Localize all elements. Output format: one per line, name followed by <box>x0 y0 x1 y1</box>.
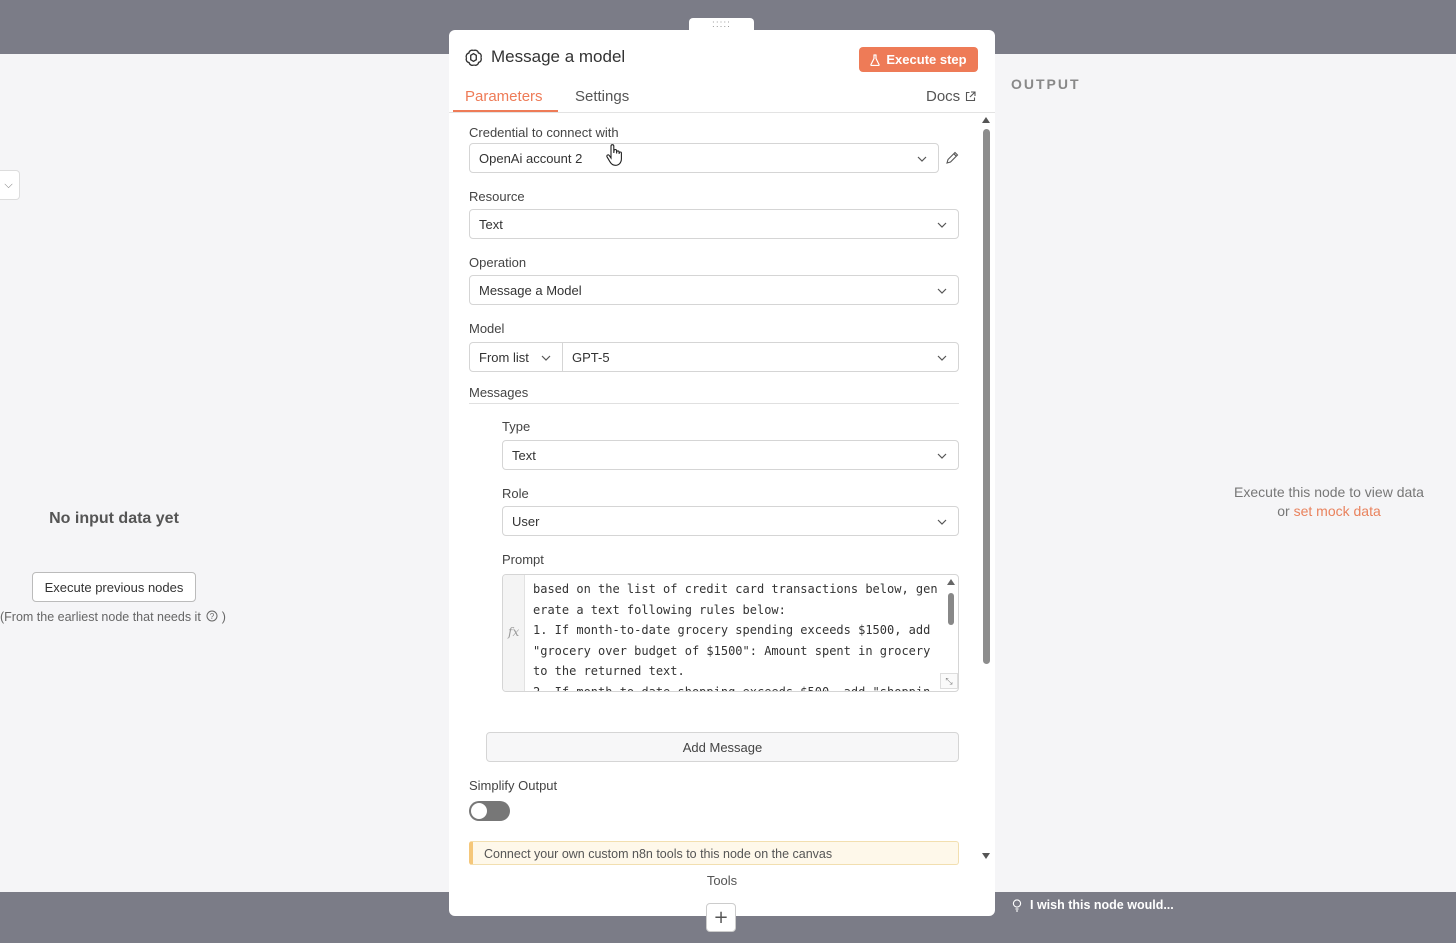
docs-label: Docs <box>926 88 961 105</box>
chevron-down-icon <box>937 288 947 294</box>
messages-divider <box>469 403 959 404</box>
chevron-down-icon <box>937 222 947 228</box>
chevron-down-icon <box>937 519 947 525</box>
operation-value: Message a Model <box>479 282 582 298</box>
messages-label: Messages <box>469 385 529 400</box>
panel-header: Message a model Execute step Parameters … <box>449 30 995 113</box>
execute-previous-nodes-button[interactable]: Execute previous nodes <box>32 572 196 602</box>
scroll-down-arrow-icon[interactable] <box>982 853 990 859</box>
prompt-label: Prompt <box>502 552 544 567</box>
output-hint: Execute this node to view data or set mo… <box>1210 483 1448 521</box>
type-value: Text <box>512 447 536 463</box>
help-circle-icon[interactable]: ? <box>206 610 218 622</box>
operation-select[interactable]: Message a Model <box>469 275 959 305</box>
panel-title: Message a model <box>491 47 626 66</box>
model-mode-value: From list <box>479 349 529 365</box>
add-tool-button[interactable]: + <box>706 903 736 932</box>
tab-settings[interactable]: Settings <box>575 88 629 105</box>
tab-active-underline <box>453 110 558 112</box>
docs-link[interactable]: Docs <box>926 88 976 105</box>
chevron-down-icon <box>541 355 551 361</box>
external-link-icon <box>966 91 976 102</box>
model-select[interactable]: GPT-5 <box>562 342 959 372</box>
credential-select[interactable]: OpenAi account 2 <box>469 143 939 173</box>
resource-label: Resource <box>469 189 525 204</box>
node-panel: Message a model Execute step Parameters … <box>449 30 995 916</box>
simplify-output-label: Simplify Output <box>469 778 558 793</box>
lightbulb-icon <box>1012 898 1022 912</box>
resource-select[interactable]: Text <box>469 209 959 239</box>
model-value: GPT-5 <box>572 349 610 365</box>
feedback-wish[interactable]: I wish this node would... <box>1012 898 1174 912</box>
chevron-down-icon <box>917 156 927 162</box>
resource-value: Text <box>479 216 503 232</box>
no-input-message: No input data yet <box>49 510 179 527</box>
output-hint-line: Execute this node to view data <box>1234 484 1424 500</box>
role-value: User <box>512 513 540 529</box>
panel-scrollbar[interactable] <box>979 117 993 862</box>
prompt-editor[interactable]: fx based on the list of credit card tran… <box>502 574 959 692</box>
role-label: Role <box>502 486 529 501</box>
toggle-knob <box>471 803 487 819</box>
tools-notice: Connect your own custom n8n tools to thi… <box>469 841 959 865</box>
flask-icon <box>870 53 881 66</box>
simplify-output-toggle[interactable] <box>469 801 510 821</box>
expression-fx-icon: fx <box>508 625 520 639</box>
role-select[interactable]: User <box>502 506 959 536</box>
set-mock-data-link[interactable]: set mock data <box>1294 503 1381 519</box>
model-label: Model <box>469 321 505 336</box>
credential-value: OpenAi account 2 <box>479 150 583 166</box>
input-pane: ⌵ No input data yet Execute previous nod… <box>0 54 449 892</box>
execute-step-button[interactable]: Execute step <box>859 47 978 72</box>
expand-editor-icon[interactable]: ⤡ <box>940 673 958 689</box>
panel-scroll-thumb[interactable] <box>983 129 990 664</box>
add-message-button[interactable]: Add Message <box>486 732 959 762</box>
chevron-down-icon <box>937 355 947 361</box>
output-title: OUTPUT <box>1011 76 1081 92</box>
wish-text: I wish this node would... <box>1030 898 1174 912</box>
type-select[interactable]: Text <box>502 440 959 470</box>
panel-tabs: Parameters Settings Docs <box>449 84 995 113</box>
operation-label: Operation <box>469 255 527 270</box>
tab-parameters[interactable]: Parameters <box>465 88 543 105</box>
input-select-chevron-icon[interactable]: ⌵ <box>0 170 20 200</box>
prompt-text[interactable]: based on the list of credit card transac… <box>533 579 943 691</box>
output-pane <box>995 54 1456 892</box>
credential-label: Credential to connect with <box>469 125 619 140</box>
openai-logo-icon <box>465 48 482 66</box>
output-hint-or: or <box>1277 503 1290 519</box>
svg-text:?: ? <box>210 612 215 621</box>
earliest-node-note: (From the earliest node that needs it ? … <box>0 610 226 624</box>
type-label: Type <box>502 419 531 434</box>
model-mode-select[interactable]: From list <box>469 342 563 372</box>
prompt-gutter: fx <box>503 575 525 691</box>
earliest-note-text: (From the earliest node that needs it <box>0 610 201 624</box>
tools-label: Tools <box>706 873 738 888</box>
scroll-up-arrow-icon[interactable] <box>982 117 990 123</box>
earliest-note-close: ) <box>221 610 226 624</box>
prompt-scroll-thumb[interactable] <box>948 593 954 625</box>
execute-step-label: Execute step <box>886 52 967 67</box>
edit-credential-icon[interactable] <box>945 151 959 165</box>
chevron-down-icon <box>937 453 947 459</box>
hand-cursor-icon <box>606 144 622 166</box>
scroll-up-arrow-icon[interactable] <box>947 579 955 585</box>
